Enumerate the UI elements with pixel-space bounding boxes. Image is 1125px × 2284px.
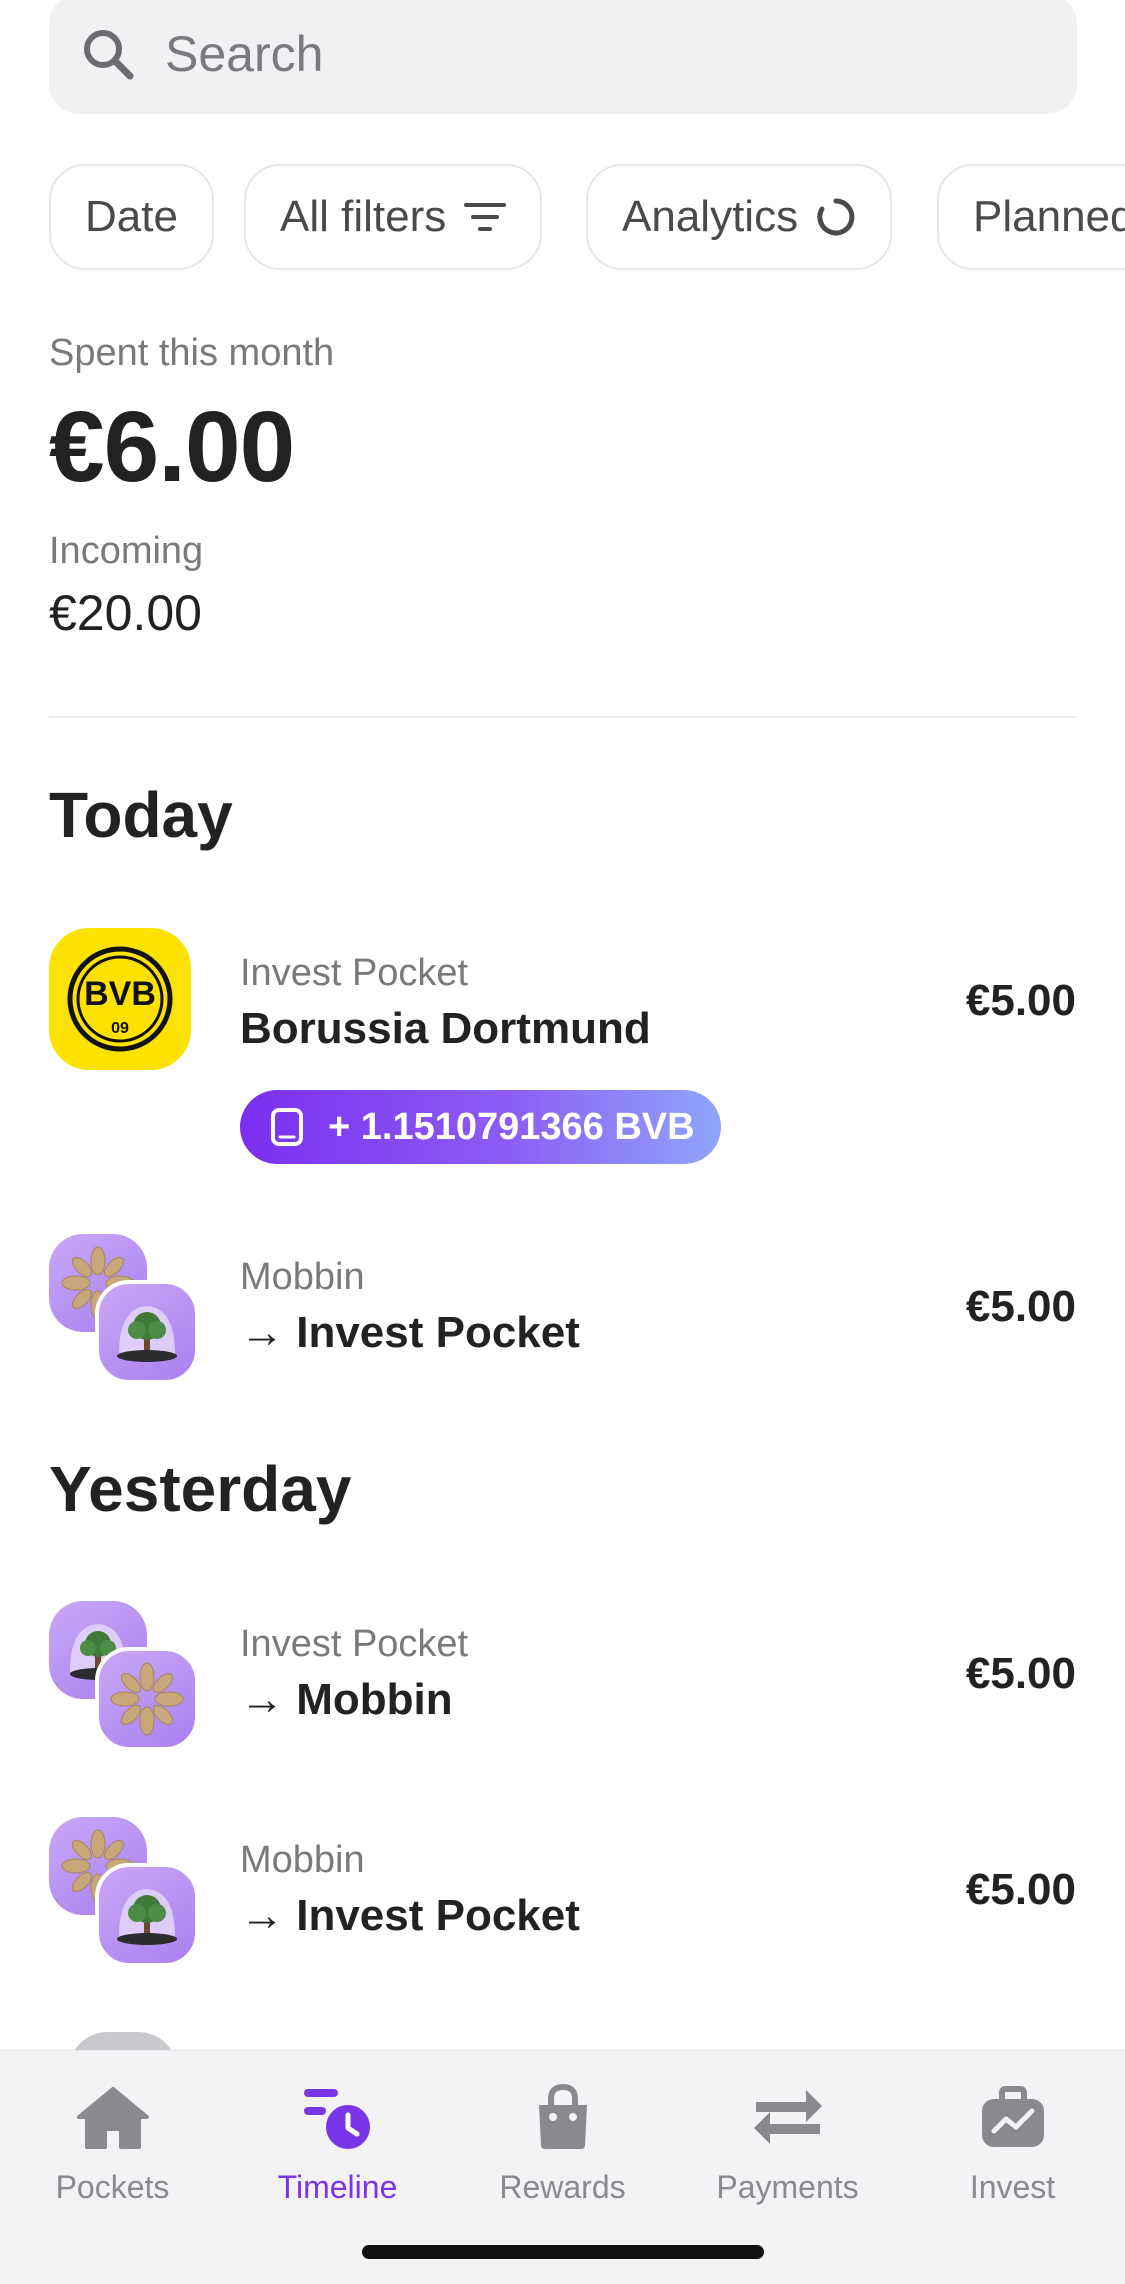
filter-chip-label: Date bbox=[85, 192, 178, 241]
filter-chip-analytics[interactable]: Analytics bbox=[586, 164, 893, 270]
transfer-arrows-icon bbox=[750, 2073, 826, 2163]
transaction-title: → Invest Pocket bbox=[240, 1308, 580, 1357]
filter-chip-label: Planned bbox=[973, 192, 1125, 241]
timeline-icon bbox=[300, 2073, 376, 2163]
share-badge: + 1.1510791366 BVB bbox=[240, 1090, 721, 1164]
section-title-today: Today bbox=[49, 779, 233, 851]
share-certificate-icon bbox=[270, 1107, 304, 1147]
nav-item-payments[interactable]: Payments bbox=[675, 2073, 900, 2206]
incoming-label: Incoming bbox=[49, 530, 204, 572]
transaction-subtitle: Mobbin bbox=[240, 1839, 365, 1881]
invest-pocket-avatar-icon bbox=[95, 1863, 199, 1967]
mobbin-avatar-icon bbox=[95, 1647, 199, 1751]
search-placeholder: Search bbox=[165, 26, 324, 82]
transaction-row[interactable]: BVB 09 Invest Pocket Borussia Dortmund €… bbox=[0, 928, 1125, 1168]
bag-icon bbox=[533, 2073, 593, 2163]
transaction-amount: €5.00 bbox=[965, 1282, 1076, 1331]
share-badge-text: + 1.1510791366 BVB bbox=[328, 1105, 695, 1148]
bvb-logo-text: BVB bbox=[84, 975, 156, 1013]
transaction-row[interactable]: Invest Pocket → Mobbin €5.00 bbox=[0, 1601, 1125, 1751]
refresh-circle-icon bbox=[816, 197, 856, 237]
avatar-pair bbox=[49, 1234, 199, 1384]
transaction-subtitle: Invest Pocket bbox=[240, 1623, 469, 1665]
filter-chip-label: Analytics bbox=[622, 192, 799, 241]
briefcase-chart-icon bbox=[978, 2073, 1048, 2163]
home-indicator[interactable] bbox=[362, 2245, 764, 2259]
incoming-amount: €20.00 bbox=[49, 585, 202, 641]
transaction-title: → Invest Pocket bbox=[240, 1891, 580, 1940]
nav-label: Rewards bbox=[499, 2169, 626, 2205]
avatar-pair bbox=[49, 1817, 199, 1967]
invest-pocket-avatar-icon bbox=[95, 1280, 199, 1384]
nav-label: Invest bbox=[969, 2169, 1056, 2205]
nav-label: Timeline bbox=[277, 2169, 398, 2205]
bvb-logo-subtext: 09 bbox=[111, 1020, 129, 1037]
filter-chips: Date All filters Analytics Planned bbox=[49, 164, 1125, 270]
transaction-title: → Mobbin bbox=[240, 1675, 453, 1724]
nav-item-invest[interactable]: Invest bbox=[900, 2073, 1125, 2206]
section-title-yesterday: Yesterday bbox=[49, 1453, 352, 1525]
search-icon bbox=[79, 25, 137, 83]
spent-label: Spent this month bbox=[49, 332, 335, 374]
transaction-amount: €5.00 bbox=[965, 1649, 1076, 1698]
home-icon bbox=[75, 2073, 151, 2163]
filter-lines-icon bbox=[464, 200, 507, 234]
filter-chip-date[interactable]: Date bbox=[49, 164, 214, 270]
transaction-subtitle: Mobbin bbox=[240, 1256, 365, 1298]
transaction-subtitle: Invest Pocket bbox=[240, 952, 469, 994]
divider bbox=[49, 716, 1077, 718]
bvb-logo-icon: BVB 09 bbox=[49, 928, 191, 1070]
spent-amount: €6.00 bbox=[49, 391, 295, 503]
nav-item-rewards[interactable]: Rewards bbox=[450, 2073, 675, 2206]
nav-item-timeline[interactable]: Timeline bbox=[225, 2073, 450, 2206]
transaction-amount: €5.00 bbox=[965, 976, 1076, 1025]
transaction-row[interactable]: Mobbin → Invest Pocket €5.00 bbox=[0, 1817, 1125, 1967]
nav-item-pockets[interactable]: Pockets bbox=[0, 2073, 225, 2206]
filter-chip-planned[interactable]: Planned bbox=[937, 164, 1125, 270]
nav-label: Payments bbox=[716, 2169, 859, 2205]
transaction-row[interactable]: Mobbin → Invest Pocket €5.00 bbox=[0, 1234, 1125, 1384]
transaction-amount: €5.00 bbox=[965, 1865, 1076, 1914]
filter-chip-label: All filters bbox=[280, 192, 447, 241]
filter-chip-all-filters[interactable]: All filters bbox=[244, 164, 543, 270]
nav-label: Pockets bbox=[55, 2169, 170, 2205]
search-input[interactable]: Search bbox=[49, 0, 1077, 114]
avatar-pair bbox=[49, 1601, 199, 1751]
transaction-title: Borussia Dortmund bbox=[240, 1004, 651, 1053]
